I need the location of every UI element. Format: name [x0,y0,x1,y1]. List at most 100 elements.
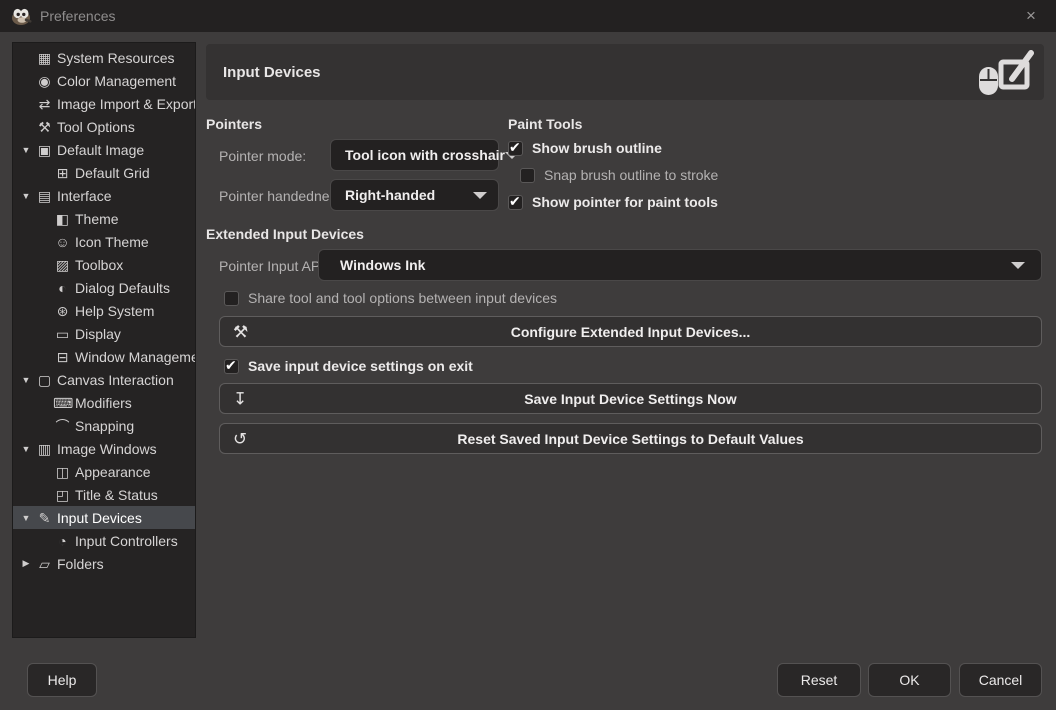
window-title: Preferences [40,8,115,24]
sidebar-item-default-image[interactable]: ▼▣Default Image [13,138,195,161]
sidebar-item-default-grid[interactable]: ⊞Default Grid [13,161,195,184]
sidebar-item-label: Title & Status [75,487,158,503]
chevron-down-icon[interactable]: ▼ [17,145,35,155]
paint-tools-checkboxes: ✔ Show brush outline ✔Snap brush outline t… [508,140,718,221]
sidebar-item-appearance[interactable]: ◫Appearance [13,460,195,483]
sidebar-item-display[interactable]: ▭Display [13,322,195,345]
checkmark-icon: ✔ [509,139,521,156]
windows-icon: ⊟ [53,350,72,364]
chevron-down-icon [473,192,487,199]
checkbox-snap-brush-outline[interactable]: ✔Snap brush outline to stroke [520,167,718,183]
sidebar-item-window-management[interactable]: ⊟Window Management [13,345,195,368]
chevron-down-icon[interactable]: ▼ [17,444,35,454]
sidebar-item-label: Canvas Interaction [57,372,174,388]
sidebar-item-label: Tool Options [57,119,135,135]
sidebar-item-folders[interactable]: ▶▱Folders [13,552,195,575]
sidebar-item-dialog-defaults[interactable]: ◐Dialog Defaults [13,276,195,299]
interface-icon: ▤ [35,189,54,203]
checkbox-box: ✔ [520,168,535,183]
sidebar-item-interface[interactable]: ▼▤Interface [13,184,195,207]
reset-saved-input-device-settings-button[interactable]: ↺ Reset Saved Input Device Settings to D… [219,423,1042,454]
close-icon[interactable]: × [1018,4,1044,28]
chevron-down-icon[interactable]: ▼ [17,191,35,201]
sidebar-item-color-management[interactable]: ◉Color Management [13,69,195,92]
sidebar-item-modifiers[interactable]: ⌨Modifiers [13,391,195,414]
checkmark-icon: ✔ [509,193,521,210]
chevron-down-icon[interactable]: ▼ [17,375,35,385]
sidebar-item-label: Help System [75,303,154,319]
smiley-icon: ☺ [53,235,72,249]
sidebar-item-theme[interactable]: ◧Theme [13,207,195,230]
ok-button[interactable]: OK [868,663,951,697]
sidebar-item-input-devices[interactable]: ▼✎Input Devices [13,506,195,529]
pointer-handedness-dropdown[interactable]: Right-handed [330,179,499,211]
sidebar-item-toolbox[interactable]: ▨Toolbox [13,253,195,276]
sidebar-item-help-system[interactable]: ⊛Help System [13,299,195,322]
sidebar-tree: ▦System Resources◉Color Management⇄Image… [12,42,196,638]
sidebar-item-snapping[interactable]: ⌒Snapping [13,414,195,437]
lifebuoy-icon: ⊛ [53,304,72,318]
configure-extended-input-devices-button[interactable]: ⚒ Configure Extended Input Devices... [219,316,1042,347]
sidebar-item-image-import-export[interactable]: ⇄Image Import & Export [13,92,195,115]
appearance-icon: ◫ [53,465,72,479]
canvas-icon: ▢ [35,373,54,387]
checkbox-save-settings-on-exit[interactable]: ✔ Save input device settings on exit [224,358,473,374]
save-input-device-settings-now-button[interactable]: ↧ Save Input Device Settings Now [219,383,1042,414]
sidebar-item-label: Image Import & Export [57,96,196,112]
chevron-right-icon[interactable]: ▶ [17,558,35,569]
sidebar-item-label: Modifiers [75,395,132,411]
sidebar-item-image-windows[interactable]: ▼▥Image Windows [13,437,195,460]
gimp-wilber-icon [10,7,32,25]
mouse-pen-icon: ✎ [35,511,54,525]
pointers-section-title: Pointers [206,116,262,132]
sidebar-item-label: Snapping [75,418,134,434]
checkbox-box: ✔ [508,195,523,210]
crossed-tools-icon: ⚒ [233,323,248,340]
sidebar-item-icon-theme[interactable]: ☺Icon Theme [13,230,195,253]
sidebar-item-canvas-interaction[interactable]: ▼▢Canvas Interaction [13,368,195,391]
sidebar-item-label: Toolbox [75,257,123,273]
sidebar-item-label: Input Controllers [75,533,178,549]
pointer-mode-dropdown[interactable]: Tool icon with crosshair [330,139,499,171]
checkbox-label: Share tool and tool options between inpu… [248,290,557,306]
checkbox-label: Show brush outline [532,140,662,156]
checkbox-share-tool-options[interactable]: ✔ Share tool and tool options between in… [224,290,557,306]
sidebar-item-label: Icon Theme [75,234,149,250]
help-button[interactable]: Help [27,663,97,697]
sidebar-item-label: Appearance [75,464,151,480]
folders-icon: ▱ [35,557,54,571]
image-window-icon: ▥ [35,442,54,456]
pointer-mode-label: Pointer mode: [219,148,306,164]
sidebar-item-label: Color Management [57,73,176,89]
sidebar-item-system-resources[interactable]: ▦System Resources [13,46,195,69]
checkbox-box: ✔ [224,359,239,374]
chevron-down-icon[interactable]: ▼ [17,513,35,523]
sidebar-item-label: Default Grid [75,165,150,181]
sidebar-item-label: System Resources [57,50,174,66]
checkbox-show-brush-outline[interactable]: ✔ Show brush outline [508,140,718,156]
theme-icon: ◧ [53,212,72,226]
sidebar-item-input-controllers[interactable]: ◔Input Controllers [13,529,195,552]
reset-button[interactable]: Reset [777,663,861,697]
cancel-button[interactable]: Cancel [959,663,1042,697]
controller-dial-icon: ◔ [53,534,72,548]
checkbox-box: ✔ [224,291,239,306]
pointer-input-api-label: Pointer Input API: [219,258,328,274]
pointer-mode-value: Tool icon with crosshair [345,147,505,163]
sidebar-item-label: Folders [57,556,104,572]
image-icon: ▣ [35,143,54,157]
monitor-icon: ▭ [53,327,72,341]
extended-section-title: Extended Input Devices [206,226,364,242]
checkbox-label: Save input device settings on exit [248,358,473,374]
page-header: Input Devices [206,44,1044,100]
page-title: Input Devices [223,64,321,81]
sidebar-item-tool-options[interactable]: ⚒Tool Options [13,115,195,138]
snap-icon: ⌒ [53,419,72,433]
checkbox-show-pointer-paint-tools[interactable]: ✔Show pointer for paint tools [508,194,718,210]
chevron-down-icon [1011,262,1025,269]
pointer-handedness-label: Pointer handedness: [219,188,347,204]
pointer-input-api-dropdown[interactable]: Windows Ink [318,249,1042,281]
configure-button-label: Configure Extended Input Devices... [511,324,751,340]
tools-icon: ⚒ [35,120,54,134]
sidebar-item-title-status[interactable]: ◰Title & Status [13,483,195,506]
